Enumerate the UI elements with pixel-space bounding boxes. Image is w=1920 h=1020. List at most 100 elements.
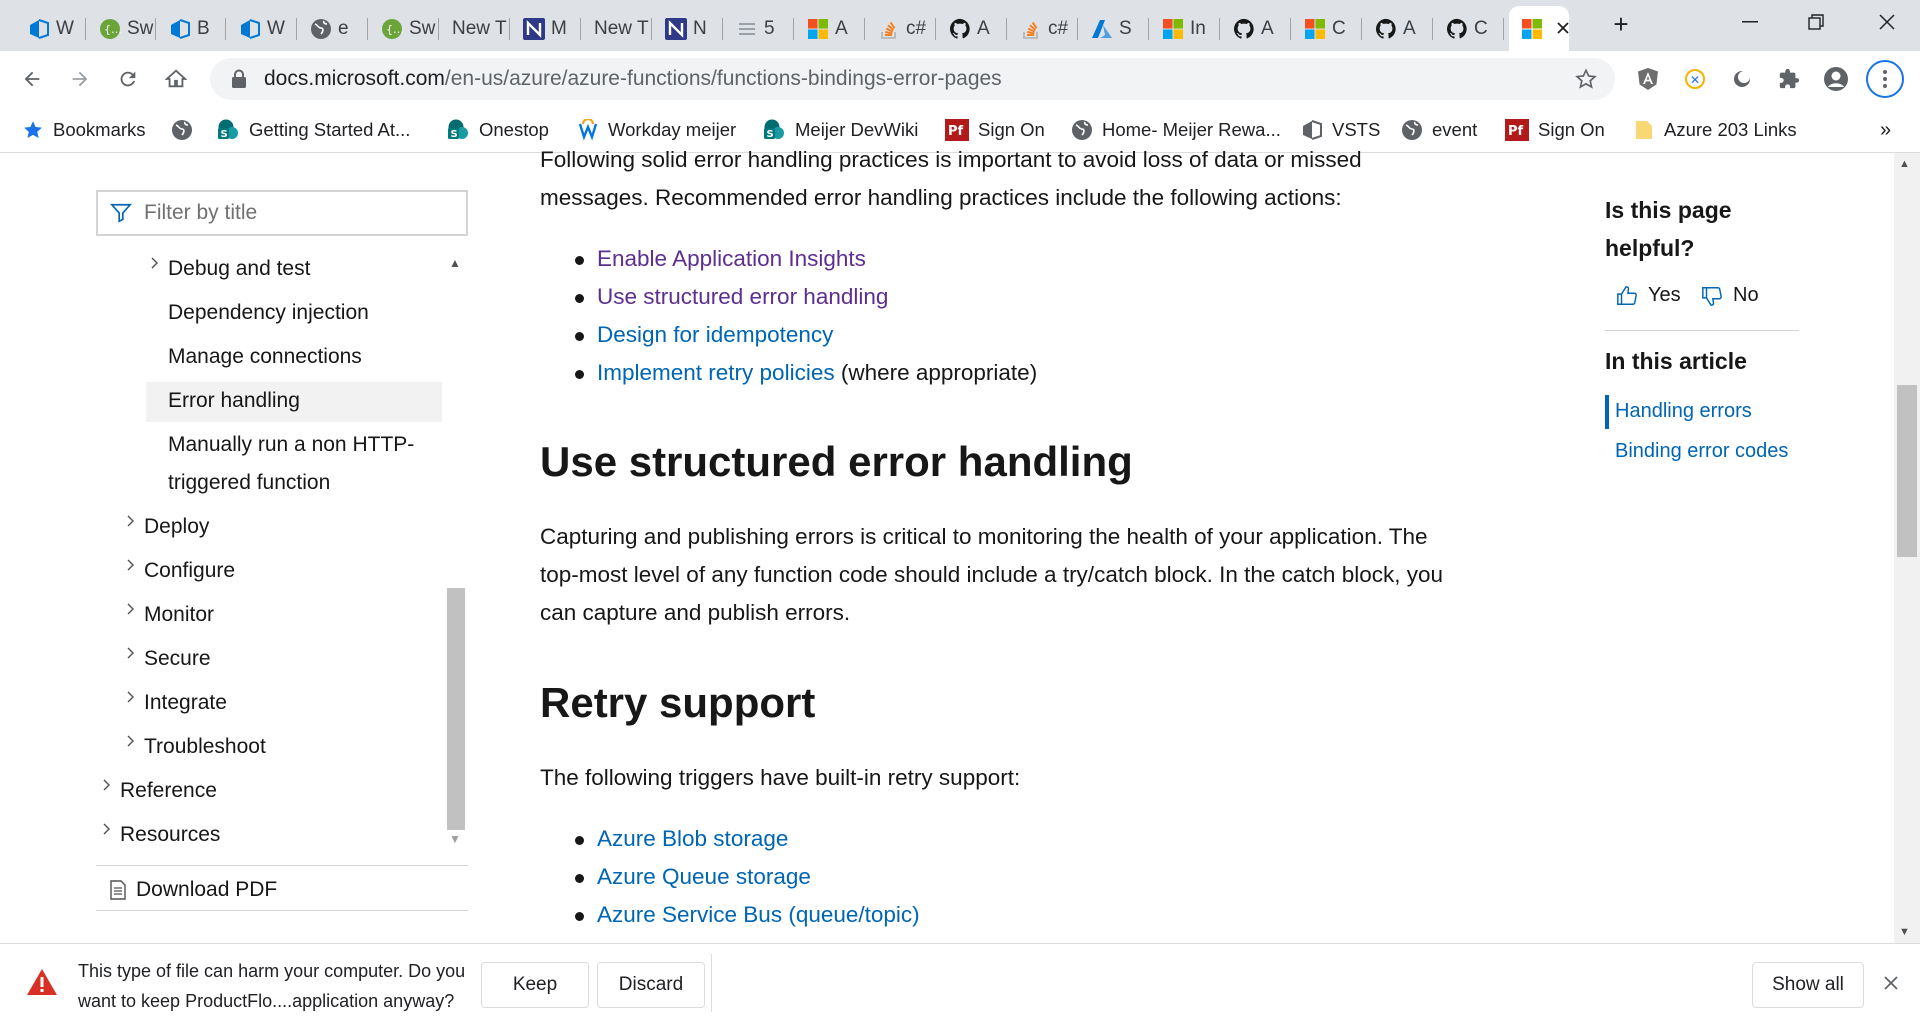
chevron-right-icon[interactable] xyxy=(126,646,136,665)
close-download-bar-icon[interactable] xyxy=(1884,976,1898,990)
page-scroll-down-icon[interactable]: ▼ xyxy=(1899,926,1910,938)
chevron-right-icon[interactable] xyxy=(126,690,136,709)
nav-item-deploy[interactable]: Deploy xyxy=(144,508,209,546)
angular-extension-icon[interactable] xyxy=(1628,59,1668,99)
nav-item-manage-connections[interactable]: Manage connections xyxy=(168,338,362,376)
link-azure-queue-storage[interactable]: Azure Queue storage xyxy=(597,864,811,889)
nav-item-troubleshoot[interactable]: Troubleshoot xyxy=(144,728,266,766)
browser-tab-3[interactable]: W xyxy=(227,6,297,51)
bookmarks-overflow-button[interactable]: » xyxy=(1880,107,1891,153)
browser-menu-button[interactable] xyxy=(1866,60,1904,98)
address-bar[interactable]: docs.microsoft.com/en-us/azure/azure-fun… xyxy=(210,58,1615,100)
helpful-yes-button[interactable]: Yes xyxy=(1616,284,1681,307)
filter-input[interactable]: Filter by title xyxy=(96,190,468,236)
browser-tab-19[interactable]: A xyxy=(1363,6,1433,51)
nav-divider-bottom xyxy=(96,910,468,911)
sharepoint-icon: S xyxy=(216,119,240,141)
nav-item-resources[interactable]: Resources xyxy=(120,816,220,854)
new-tab-button[interactable]: + xyxy=(1588,2,1654,46)
microsoft-icon xyxy=(807,18,829,40)
discard-button[interactable]: Discard xyxy=(597,962,705,1008)
browser-tab-15[interactable]: S xyxy=(1079,6,1149,51)
link-implement-retry-policies[interactable]: Implement retry policies xyxy=(597,360,835,385)
nav-scroll-up-icon[interactable]: ▲ xyxy=(449,256,461,270)
browser-tab-2[interactable]: B xyxy=(157,6,226,51)
nav-item-monitor[interactable]: Monitor xyxy=(144,596,214,634)
toc-binding-error-codes[interactable]: Binding error codes xyxy=(1615,440,1788,463)
keep-button[interactable]: Keep xyxy=(481,962,589,1008)
nav-item-manually-run-a-non-http[interactable]: Manually run a non HTTP- xyxy=(168,426,414,464)
link-enable-application-insights[interactable]: Enable Application Insights xyxy=(597,246,866,271)
browser-tab-20[interactable]: C xyxy=(1434,6,1504,51)
nav-item-secure[interactable]: Secure xyxy=(144,640,211,678)
browser-tab-9[interactable]: N xyxy=(653,6,723,51)
chevron-right-icon[interactable] xyxy=(126,558,136,577)
bookmark-11[interactable]: Azure 203 Links xyxy=(1633,107,1797,153)
tab-title: A xyxy=(1261,17,1274,39)
nav-scroll-down-icon[interactable]: ▼ xyxy=(449,832,461,846)
close-tab-icon[interactable] xyxy=(1557,18,1569,40)
nav-item-dependency-injection[interactable]: Dependency injection xyxy=(168,294,369,332)
minimize-button[interactable] xyxy=(1717,0,1783,44)
browser-tab-17[interactable]: A xyxy=(1221,6,1291,51)
nav-item-error-handling[interactable]: Error handling xyxy=(168,382,300,420)
browser-tab-11[interactable]: A xyxy=(795,6,865,51)
browser-tab-16[interactable]: In xyxy=(1150,6,1220,51)
reload-button[interactable] xyxy=(108,59,148,99)
show-all-button[interactable]: Show all xyxy=(1752,962,1864,1008)
bookmark-star-icon[interactable] xyxy=(1575,68,1597,90)
restore-button[interactable] xyxy=(1783,0,1849,44)
browser-tab-13[interactable]: A xyxy=(937,6,1007,51)
profile-avatar-icon[interactable] xyxy=(1816,59,1856,99)
forward-button[interactable] xyxy=(60,59,100,99)
browser-tab-0[interactable]: W xyxy=(16,6,86,51)
azure-icon xyxy=(1091,18,1113,40)
nav-item-integrate[interactable]: Integrate xyxy=(144,684,227,722)
chevron-right-icon[interactable] xyxy=(150,256,160,275)
link-use-structured-error-handling[interactable]: Use structured error handling xyxy=(597,284,888,309)
link-azure-blob-storage[interactable]: Azure Blob storage xyxy=(597,826,788,851)
workday-icon xyxy=(577,119,599,141)
download-pdf-link[interactable]: Download PDF xyxy=(110,873,277,907)
helpful-no-button[interactable]: No xyxy=(1701,284,1759,307)
bookmark-0[interactable]: Bookmarks xyxy=(22,107,146,153)
browser-tab-5[interactable]: {…} Sw xyxy=(369,6,439,51)
bookmark-1[interactable] xyxy=(171,107,193,153)
nav-item-debug-and-test[interactable]: Debug and test xyxy=(168,250,310,288)
nav-item-configure[interactable]: Configure xyxy=(144,552,235,590)
page-scroll-up-icon[interactable]: ▲ xyxy=(1899,158,1910,170)
chevron-right-icon[interactable] xyxy=(126,514,136,533)
link-azure-service-bus-queue-topic[interactable]: Azure Service Bus (queue/topic) xyxy=(597,902,920,927)
extension-circle-icon[interactable] xyxy=(1722,59,1762,99)
chevron-right-icon[interactable] xyxy=(126,734,136,753)
browser-tab-12[interactable]: c# xyxy=(866,6,936,51)
nav-scrollbar-thumb[interactable] xyxy=(447,588,465,830)
browser-tab-4[interactable]: e xyxy=(298,6,368,51)
bookmark-2[interactable]: S Getting Started At... xyxy=(216,107,410,153)
chevron-right-icon[interactable] xyxy=(102,822,112,841)
browser-tab-14[interactable]: c# xyxy=(1008,6,1078,51)
toc-handling-errors[interactable]: Handling errors xyxy=(1615,400,1752,423)
chevron-right-icon[interactable] xyxy=(126,602,136,621)
lock-icon[interactable] xyxy=(230,69,248,89)
link-design-for-idempotency[interactable]: Design for idempotency xyxy=(597,322,833,347)
browser-tab-1[interactable]: {…} Sw xyxy=(87,6,156,51)
browser-tab-21[interactable] xyxy=(1509,6,1569,51)
tab-separator xyxy=(367,18,368,40)
nav-item-triggered-function[interactable]: triggered function xyxy=(168,464,330,502)
nuget-icon xyxy=(665,17,687,40)
extension-icon[interactable]: ✕ xyxy=(1675,59,1715,99)
home-button[interactable] xyxy=(156,59,196,99)
extensions-puzzle-icon[interactable] xyxy=(1769,59,1809,99)
bookmark-3[interactable]: S Onestop xyxy=(446,107,549,153)
browser-tab-18[interactable]: C xyxy=(1292,6,1362,51)
browser-tab-8[interactable]: New T xyxy=(582,6,652,51)
browser-tab-7[interactable]: M xyxy=(511,6,581,51)
browser-tab-10[interactable]: 5 xyxy=(724,6,794,51)
page-scrollbar-thumb[interactable] xyxy=(1897,385,1917,557)
chevron-right-icon[interactable] xyxy=(102,778,112,797)
close-window-button[interactable] xyxy=(1854,0,1920,44)
back-button[interactable] xyxy=(12,59,52,99)
browser-tab-6[interactable]: New T xyxy=(440,6,510,51)
nav-item-reference[interactable]: Reference xyxy=(120,772,217,810)
